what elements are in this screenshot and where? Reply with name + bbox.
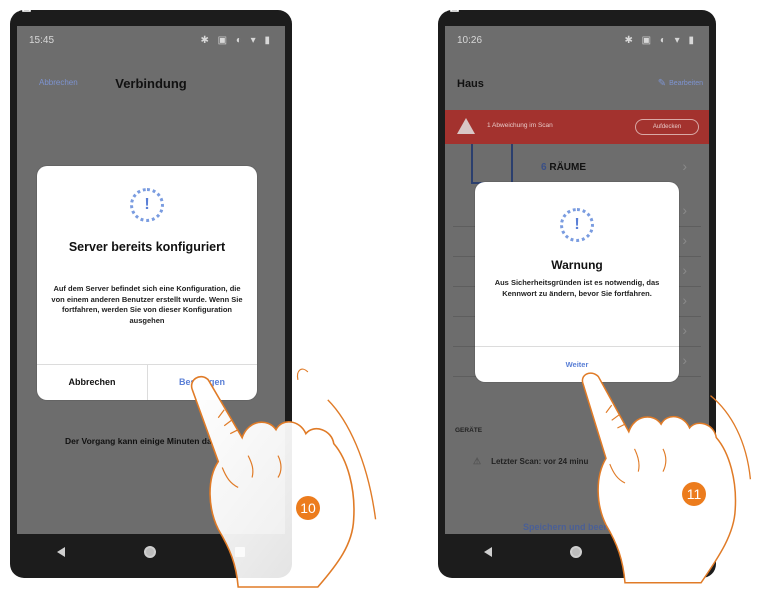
chevron-right-icon: › (682, 262, 687, 278)
dialog-title: Server bereits konfiguriert (68, 240, 226, 254)
status-bar: 10:26 ✱ ▣ ◐ ▾ ▮ (445, 26, 709, 54)
dialog-message: Aus Sicherheitsgründen ist es notwendig,… (494, 278, 660, 298)
edit-link[interactable]: ✎ Bearbeiten (658, 78, 703, 89)
reveal-button[interactable]: Aufdecken (635, 119, 699, 135)
expand-icon[interactable] (10, 0, 36, 16)
dialog-separator (475, 346, 679, 347)
step-badge-10: 10 (296, 496, 320, 520)
back-icon[interactable] (56, 547, 65, 557)
chevron-right-icon: › (682, 158, 687, 174)
page-title: Haus (457, 78, 484, 90)
section-header: GERÄTE (455, 427, 483, 434)
room-count: 6 RÄUME (541, 162, 586, 173)
status-bar: 15:45 ✱ ▣ ◐ ▾ ▮ (17, 26, 285, 54)
step-badge-11: 11 (682, 482, 706, 506)
alert-text: 1 Abweichung im Scan (487, 122, 553, 129)
scan-alert-banner: 1 Abweichung im Scan Aufdecken (445, 110, 709, 144)
warning-dialog: ! Warnung Aus Sicherheitsgründen ist es … (475, 182, 679, 382)
warning-icon: ! (560, 208, 594, 242)
expand-icon[interactable] (438, 0, 464, 16)
page-title: Verbindung (115, 76, 187, 91)
pointing-hand-illustration (190, 368, 377, 588)
warning-icon: ! (130, 188, 164, 222)
chevron-right-icon: › (682, 232, 687, 248)
warning-small-icon: ⚠ (473, 456, 482, 466)
room-count-label: RÄUME (549, 162, 587, 173)
dialog-title: Warnung (551, 258, 603, 272)
home-icon[interactable] (143, 546, 156, 558)
room-thumbnail (471, 144, 513, 184)
chevron-right-icon: › (682, 292, 687, 308)
status-icons: ✱ ▣ ◐ ▾ ▮ (624, 34, 697, 46)
pointing-hand-illustration (581, 372, 752, 584)
chevron-right-icon: › (682, 202, 687, 218)
status-icons: ✱ ▣ ◐ ▾ ▮ (200, 34, 273, 46)
edit-label: Bearbeiten (669, 80, 703, 87)
cancel-button[interactable]: Abbrechen (37, 377, 147, 387)
back-icon[interactable] (484, 547, 492, 557)
chevron-right-icon: › (682, 322, 687, 338)
alert-triangle-icon (457, 118, 475, 134)
status-time: 15:45 (29, 34, 55, 46)
room-count-number: 6 (541, 162, 547, 173)
pencil-icon: ✎ (657, 78, 667, 89)
status-time: 10:26 (457, 34, 483, 46)
dialog-message: Auf dem Server befindet sich eine Konfig… (51, 284, 243, 325)
